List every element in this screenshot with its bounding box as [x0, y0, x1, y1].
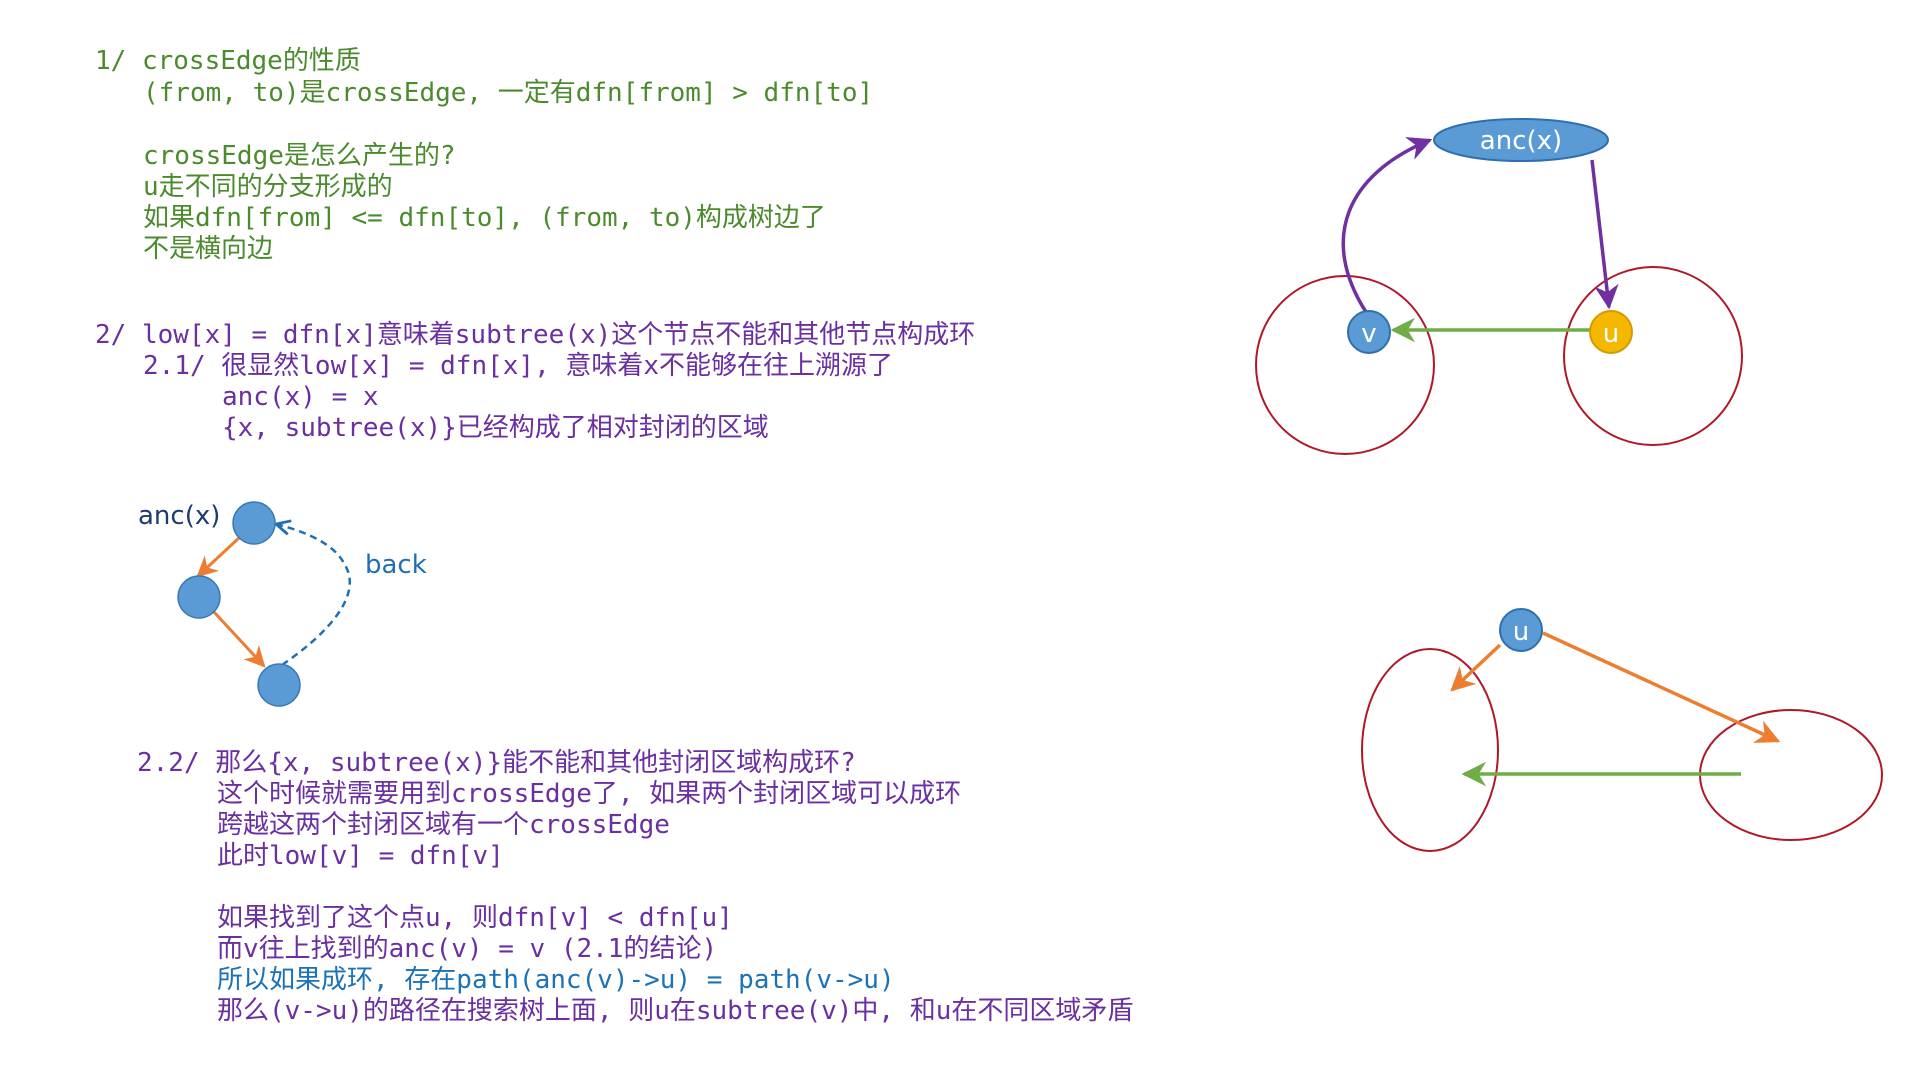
- bottom-right-diagram: u: [1361, 608, 1883, 852]
- top-right-diagram: anc(x) v u: [1255, 118, 1743, 455]
- tree-edge-2: [212, 610, 266, 668]
- region-u: [1563, 266, 1743, 446]
- node-anc-x: [232, 501, 276, 545]
- back-label: back: [365, 550, 427, 580]
- node-child: [177, 575, 221, 619]
- tree-edge-1: [196, 535, 242, 578]
- anc-x-label: anc(x): [138, 501, 220, 531]
- node-u-bottom-label: u: [1513, 617, 1529, 647]
- region-v: [1255, 275, 1435, 455]
- region-left: [1361, 648, 1499, 852]
- left-tree-diagram: anc(x) back: [138, 501, 427, 707]
- tree-edge-u-right: [1542, 631, 1781, 743]
- back-edge: [276, 524, 351, 667]
- tree-edge-u-left: [1450, 643, 1502, 692]
- node-u-label: u: [1603, 319, 1619, 349]
- node-v-label: v: [1361, 319, 1376, 349]
- anc-x-top-label: anc(x): [1480, 126, 1562, 156]
- node-grandchild: [257, 663, 301, 707]
- diagrams-canvas: anc(x) back anc(x) v u u: [138, 118, 1883, 852]
